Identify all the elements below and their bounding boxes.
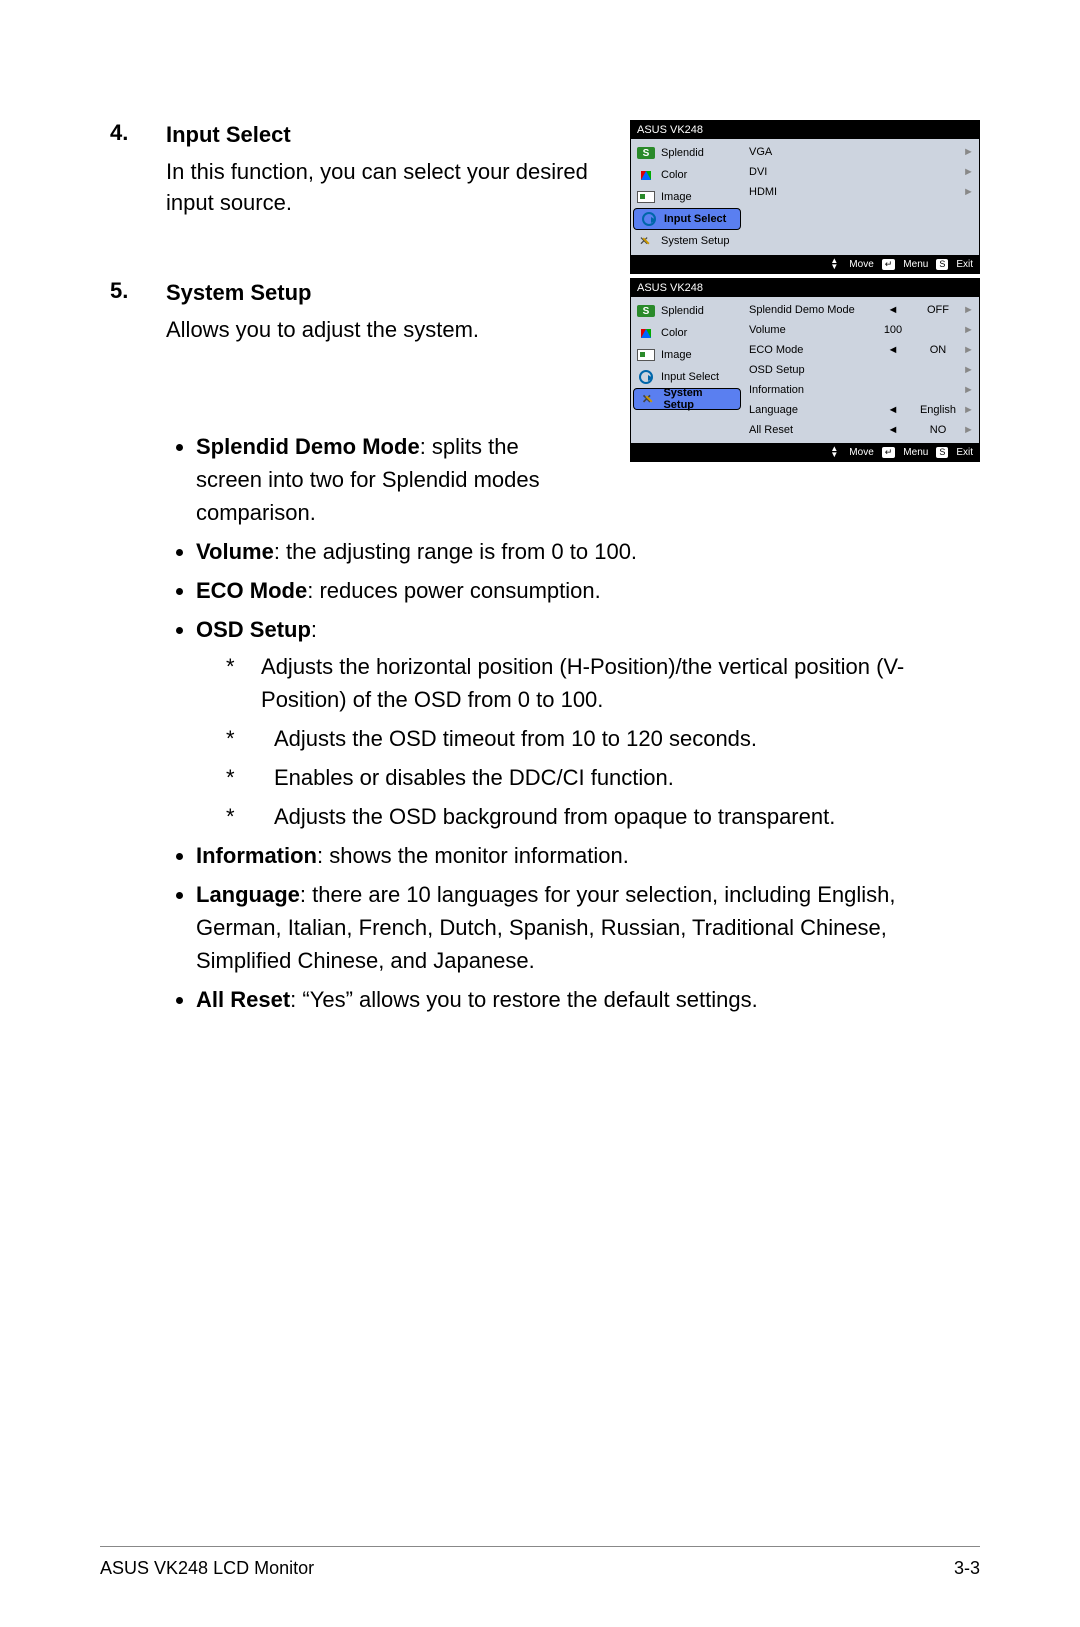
setup-icon <box>637 235 655 247</box>
arrow-right-icon: ► <box>963 186 973 198</box>
splendid-icon: S <box>637 147 655 159</box>
osd-menu: S Splendid Color Image Input Select Syste… <box>631 139 743 255</box>
section-title-input-select: Input Select <box>166 120 612 151</box>
page-footer: ASUS VK248 LCD Monitor 3-3 <box>100 1558 980 1579</box>
asterisk-icon: * <box>226 800 274 833</box>
osd-menu-label: Splendid <box>661 147 704 159</box>
osd-footer: Move ↵Menu SExit <box>631 443 979 461</box>
color-icon <box>637 327 655 339</box>
splendid-icon: S <box>637 305 655 317</box>
osd-menu-color: Color <box>631 164 743 186</box>
sub-bullet: *Adjusts the OSD background from opaque … <box>226 800 980 833</box>
image-icon <box>637 191 655 203</box>
menu-key-icon: ↵ <box>882 259 896 270</box>
osd-footer-exit: Exit <box>956 259 973 270</box>
bullet-splendid-demo: Splendid Demo Mode: splits the screen in… <box>196 430 546 529</box>
osd-option-information: Information► <box>743 380 979 400</box>
osd-menu-system-setup: System Setup <box>631 230 743 252</box>
osd-options: VGA► DVI► HDMI► <box>743 139 979 255</box>
osd-menu-label: System Setup <box>661 235 729 247</box>
footer-rule <box>100 1546 980 1547</box>
input-icon <box>637 371 655 383</box>
osd-setup-sublist: *Adjusts the horizontal position (H-Posi… <box>196 650 980 833</box>
osd-options: Splendid Demo Mode◄OFF► Volume100► ECO M… <box>743 297 979 443</box>
bullet-information: Information: shows the monitor informati… <box>196 839 980 872</box>
bullet-all-reset: All Reset: “Yes” allows you to restore t… <box>196 983 980 1016</box>
osd-option-hdmi: HDMI► <box>743 182 979 202</box>
sub-bullet: *Adjusts the OSD timeout from 10 to 120 … <box>226 722 980 755</box>
asterisk-icon: * <box>226 650 261 716</box>
bullet-osd-setup: OSD Setup: *Adjusts the horizontal posit… <box>196 613 980 833</box>
input-icon <box>640 213 658 225</box>
arrow-left-icon: ◄ <box>873 304 913 316</box>
sub-bullet: *Enables or disables the DDC/CI function… <box>226 761 980 794</box>
arrow-right-icon: ► <box>963 404 973 416</box>
arrow-left-icon: ◄ <box>873 404 913 416</box>
arrow-right-icon: ► <box>963 344 973 356</box>
arrow-right-icon: ► <box>963 324 973 336</box>
sub-bullet: *Adjusts the horizontal position (H-Posi… <box>226 650 980 716</box>
section-body-input-select: In this function, you can select your de… <box>166 157 612 219</box>
bullet-eco: ECO Mode: reduces power consumption. <box>196 574 980 607</box>
bullet-language: Language: there are 10 languages for you… <box>196 878 980 977</box>
arrow-right-icon: ► <box>963 424 973 436</box>
osd-menu-splendid: SSplendid <box>631 300 743 322</box>
arrow-left-icon: ◄ <box>873 424 913 436</box>
osd-menu-input-select: Input Select <box>631 366 743 388</box>
section-title-system-setup: System Setup <box>166 278 612 309</box>
arrow-right-icon: ► <box>963 146 973 158</box>
osd-option-eco: ECO Mode◄ON► <box>743 340 979 360</box>
osd-header: ASUS VK248 <box>631 121 979 139</box>
exit-key-icon: S <box>936 447 948 458</box>
osd-header: ASUS VK248 <box>631 279 979 297</box>
move-arrows-icon <box>830 258 838 270</box>
osd-menu-splendid: S Splendid <box>631 142 743 164</box>
osd-screenshot-system-setup: ASUS VK248 SSplendid Color Image Input S… <box>630 278 980 462</box>
osd-menu-label: Input Select <box>664 213 726 225</box>
osd-menu-label: Color <box>661 169 687 181</box>
osd-option-language: Language◄English► <box>743 400 979 420</box>
osd-option-vga: VGA► <box>743 142 979 162</box>
osd-option-dvi: DVI► <box>743 162 979 182</box>
osd-footer-menu: Menu <box>903 259 928 270</box>
system-setup-details: Splendid Demo Mode: splits the screen in… <box>110 430 980 1016</box>
move-arrows-icon <box>830 446 838 458</box>
osd-footer-move: Move <box>849 259 873 270</box>
arrow-right-icon: ► <box>963 384 973 396</box>
exit-key-icon: S <box>936 259 948 270</box>
osd-menu-image: Image <box>631 186 743 208</box>
arrow-right-icon: ► <box>963 364 973 376</box>
footer-product-name: ASUS VK248 LCD Monitor <box>100 1558 314 1579</box>
manual-page: 4. Input Select In this function, you ca… <box>0 0 1080 1627</box>
osd-option-osd-setup: OSD Setup► <box>743 360 979 380</box>
image-icon <box>637 349 655 361</box>
arrow-right-icon: ► <box>963 166 973 178</box>
osd-option-all-reset: All Reset◄NO► <box>743 420 979 440</box>
asterisk-icon: * <box>226 761 274 794</box>
footer-page-number: 3-3 <box>954 1558 980 1579</box>
arrow-right-icon: ► <box>963 304 973 316</box>
osd-menu-color: Color <box>631 322 743 344</box>
bullet-volume: Volume: the adjusting range is from 0 to… <box>196 535 980 568</box>
setup-icon <box>640 393 657 405</box>
osd-screenshot-input-select: ASUS VK248 S Splendid Color Image Input S… <box>630 120 980 274</box>
section-number-5: 5. <box>110 278 166 304</box>
asterisk-icon: * <box>226 722 274 755</box>
osd-menu-input-select: Input Select <box>633 208 741 230</box>
osd-option-volume: Volume100► <box>743 320 979 340</box>
osd-menu-system-setup: System Setup <box>633 388 741 410</box>
section-body-system-setup: Allows you to adjust the system. <box>166 315 612 346</box>
color-icon <box>637 169 655 181</box>
section-number-4: 4. <box>110 120 166 146</box>
osd-footer: Move ↵ Menu S Exit <box>631 255 979 273</box>
osd-menu: SSplendid Color Image Input Select Syste… <box>631 297 743 443</box>
arrow-left-icon: ◄ <box>873 344 913 356</box>
menu-key-icon: ↵ <box>882 447 896 458</box>
osd-option-demo: Splendid Demo Mode◄OFF► <box>743 300 979 320</box>
osd-menu-label: Image <box>661 191 692 203</box>
osd-menu-image: Image <box>631 344 743 366</box>
